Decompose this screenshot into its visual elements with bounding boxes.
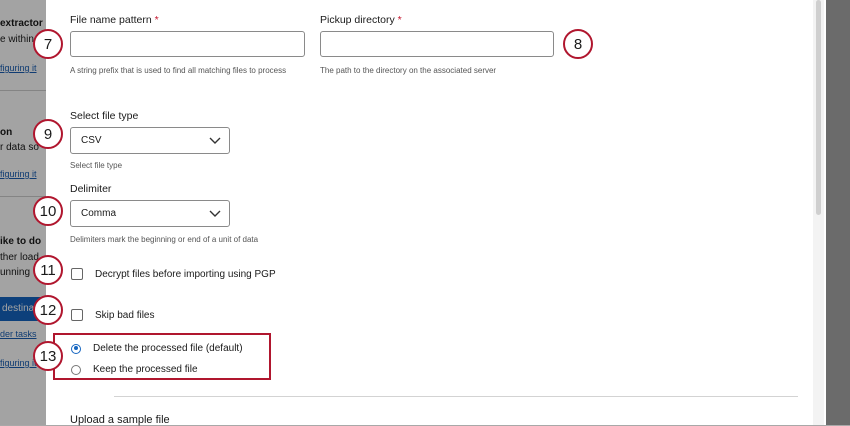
delimiter-select[interactable]: Comma: [70, 200, 230, 227]
file-type-select[interactable]: CSV: [70, 127, 230, 154]
callout-11: 11: [33, 255, 63, 285]
delimiter-help: Delimiters mark the beginning or end of …: [70, 235, 259, 244]
decrypt-checkbox[interactable]: [71, 268, 83, 280]
decrypt-checkbox-label: Decrypt files before importing using PGP: [95, 268, 276, 280]
delimiter-label: Delimiter: [70, 183, 112, 195]
skip-bad-files-option[interactable]: Skip bad files: [71, 309, 154, 321]
required-mark: *: [154, 14, 159, 26]
decrypt-files-option[interactable]: Decrypt files before importing using PGP: [71, 268, 276, 280]
callout-8: 8: [563, 29, 593, 59]
file-type-label: Select file type: [70, 110, 139, 122]
backdrop-right-edge: [826, 0, 850, 425]
section-divider: [114, 396, 798, 397]
pickup-directory-help: The path to the directory on the associa…: [320, 66, 497, 75]
pickup-directory-label: Pickup directory *: [320, 14, 402, 26]
delimiter-value: Comma: [81, 208, 117, 219]
callout-12: 12: [33, 295, 63, 325]
pickup-directory-label-text: Pickup directory: [320, 14, 395, 26]
file-name-pattern-label-text: File name pattern: [70, 14, 152, 26]
scrollbar-thumb[interactable]: [816, 0, 821, 215]
skip-bad-files-checkbox[interactable]: [71, 309, 83, 321]
file-name-pattern-help: A string prefix that is used to find all…: [70, 66, 287, 75]
file-type-help: Select file type: [70, 161, 123, 170]
chevron-down-icon: [209, 210, 221, 217]
file-name-pattern-input[interactable]: [70, 31, 305, 57]
callout-7: 7: [33, 29, 63, 59]
modal-scrollbar[interactable]: [813, 0, 824, 425]
callout-9: 9: [33, 119, 63, 149]
chevron-down-icon: [209, 137, 221, 144]
highlight-box: [53, 333, 271, 380]
required-mark: *: [397, 14, 402, 26]
pickup-directory-input[interactable]: [320, 31, 554, 57]
upload-sample-title: Upload a sample file: [70, 414, 170, 426]
skip-bad-files-label: Skip bad files: [95, 309, 155, 321]
callout-10: 10: [33, 196, 63, 226]
file-type-value: CSV: [81, 135, 102, 146]
file-name-pattern-label: File name pattern *: [70, 14, 159, 26]
callout-13: 13: [33, 341, 63, 371]
